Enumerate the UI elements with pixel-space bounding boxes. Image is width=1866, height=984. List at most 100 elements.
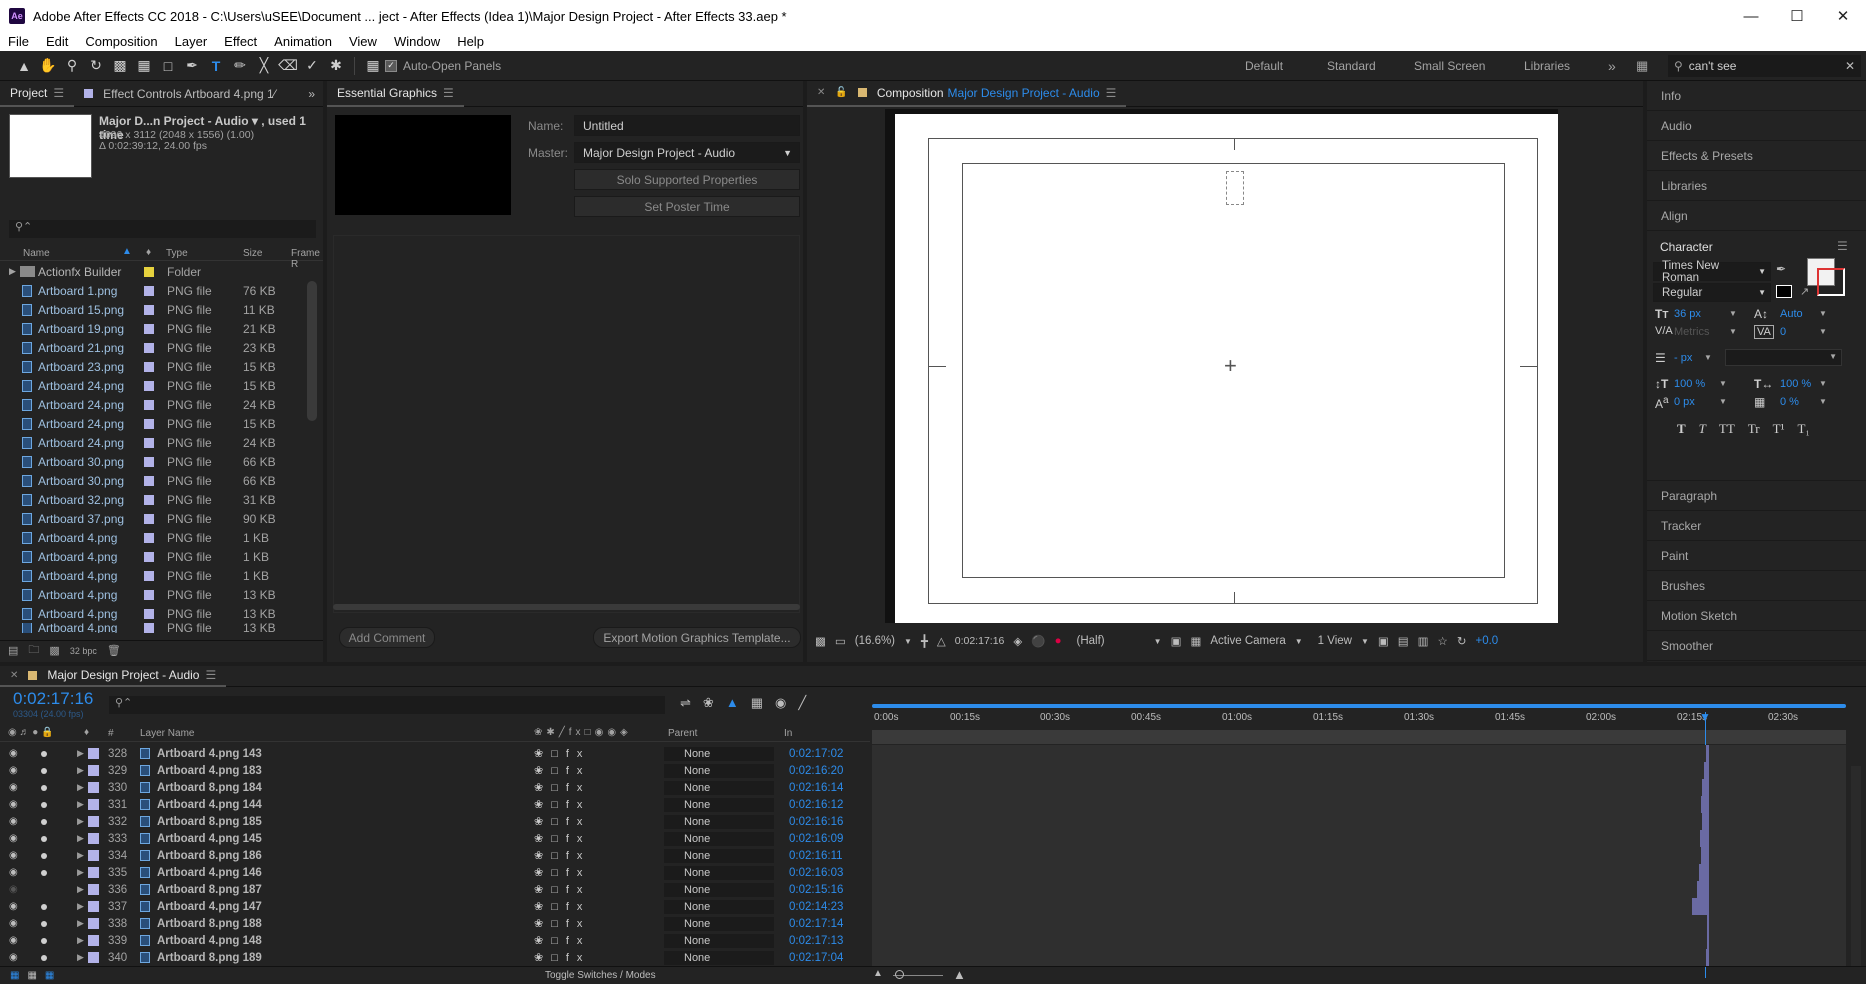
- video-eye-icon[interactable]: ◉: [9, 748, 18, 759]
- menu-file[interactable]: File: [8, 34, 29, 49]
- grid-guide-icon[interactable]: ╋: [921, 634, 928, 648]
- mask-visibility-icon[interactable]: △: [937, 634, 946, 648]
- layer-in-time[interactable]: 0:02:16:16: [789, 816, 843, 828]
- col-in[interactable]: In: [784, 728, 792, 739]
- graph-editor-icon[interactable]: ╱: [798, 695, 806, 711]
- layer-name[interactable]: Artboard 4.png 145: [157, 833, 262, 845]
- menu-view[interactable]: View: [349, 34, 377, 49]
- comp-viewer[interactable]: +: [885, 109, 1558, 623]
- expand-triangle-icon[interactable]: ▶: [77, 952, 84, 963]
- list-item[interactable]: Artboard 24.png PNG file 15 KB: [0, 376, 323, 395]
- parent-dropdown[interactable]: None: [664, 882, 774, 897]
- kerning-value[interactable]: Metrics: [1674, 326, 1709, 338]
- col-parent[interactable]: Parent: [668, 728, 697, 739]
- flowchart-icon[interactable]: ☆: [1438, 634, 1448, 648]
- active-camera-dropdown[interactable]: Active Camera: [1210, 635, 1285, 647]
- maximize-icon[interactable]: ☐: [1774, 0, 1820, 32]
- frame-blending-icon[interactable]: ▦: [751, 695, 763, 711]
- panel-overflow-icon[interactable]: »: [308, 87, 315, 101]
- font-size-value[interactable]: 36 px: [1674, 308, 1701, 320]
- layer-name[interactable]: Artboard 4.png 146: [157, 867, 262, 879]
- panel-effects-presets[interactable]: Effects & Presets: [1647, 141, 1866, 171]
- add-comment-button[interactable]: Add Comment: [339, 627, 435, 648]
- layer-switches[interactable]: ❀□fx: [534, 866, 590, 879]
- vertical-scale-value[interactable]: 100 %: [1674, 378, 1705, 390]
- expand-triangle-icon[interactable]: ▶: [77, 884, 84, 895]
- video-eye-icon[interactable]: ◉: [9, 833, 18, 844]
- tsume-value[interactable]: 0 %: [1780, 396, 1799, 408]
- layer-in-time[interactable]: 0:02:16:14: [789, 782, 843, 794]
- workspace-overflow-icon[interactable]: »: [1608, 51, 1616, 81]
- expand-triangle-icon[interactable]: ▶: [77, 748, 84, 759]
- text-bounding-box[interactable]: [1226, 171, 1244, 205]
- layer-bar[interactable]: [1706, 949, 1709, 966]
- col-number[interactable]: #: [108, 728, 114, 739]
- layer-bar[interactable]: [1702, 813, 1709, 830]
- pen-tool-icon[interactable]: ✒: [180, 55, 204, 77]
- rectangle-tool-icon[interactable]: □: [156, 55, 180, 77]
- video-eye-icon[interactable]: ◉: [9, 901, 18, 912]
- video-eye-icon[interactable]: ◉: [9, 867, 18, 878]
- solo-dot[interactable]: [41, 750, 47, 757]
- list-item[interactable]: Artboard 24.png PNG file 24 KB: [0, 433, 323, 452]
- show-snapshot-icon[interactable]: ⚫: [1031, 634, 1045, 648]
- menu-animation[interactable]: Animation: [274, 34, 332, 49]
- name-field[interactable]: Untitled: [574, 115, 800, 136]
- layer-name[interactable]: Artboard 8.png 186: [157, 850, 262, 862]
- layer-in-time[interactable]: 0:02:17:14: [789, 918, 843, 930]
- views-dropdown[interactable]: 1 View: [1318, 635, 1352, 647]
- solo-dot[interactable]: [41, 920, 47, 927]
- label-swatch[interactable]: [88, 765, 99, 776]
- layer-in-time[interactable]: 0:02:16:11: [789, 850, 843, 862]
- menu-edit[interactable]: Edit: [46, 34, 68, 49]
- tab-project[interactable]: Project ☰: [0, 81, 75, 107]
- panel-tracker[interactable]: Tracker: [1647, 511, 1866, 541]
- layer-in-time[interactable]: 0:02:16:09: [789, 833, 843, 845]
- master-dropdown[interactable]: Major Design Project - Audio ▼: [574, 142, 800, 163]
- solo-dot[interactable]: [41, 903, 47, 910]
- resolution-dropdown[interactable]: (Half): [1077, 635, 1105, 647]
- parent-dropdown[interactable]: None: [664, 899, 774, 914]
- hand-tool-icon[interactable]: ✋: [36, 55, 60, 77]
- eyedropper-icon[interactable]: ✒: [1776, 262, 1786, 276]
- list-item[interactable]: Artboard 4.png PNG file 13 KB: [0, 623, 323, 633]
- set-poster-time-button[interactable]: Set Poster Time: [574, 196, 800, 217]
- brush-tool-icon[interactable]: ✏: [228, 55, 252, 77]
- baseline-shift-value[interactable]: 0 px: [1674, 396, 1695, 408]
- workspace-small-screen[interactable]: Small Screen: [1414, 51, 1485, 81]
- tab-effect-controls[interactable]: Effect Controls Artboard 4.png 1⁄: [74, 81, 286, 107]
- toggle-switches-modes-button[interactable]: Toggle Switches / Modes: [545, 970, 656, 981]
- list-item[interactable]: Artboard 30.png PNG file 66 KB: [0, 471, 323, 490]
- layer-bar[interactable]: [1700, 830, 1709, 847]
- eraser-tool-icon[interactable]: ⌫: [276, 55, 300, 77]
- rotate-tool-icon[interactable]: ↻: [84, 55, 108, 77]
- col-size[interactable]: Size: [243, 248, 262, 259]
- layer-name[interactable]: Artboard 4.png 144: [157, 799, 262, 811]
- panel-libraries[interactable]: Libraries: [1647, 171, 1866, 201]
- minimize-icon[interactable]: —: [1728, 0, 1774, 32]
- video-eye-icon[interactable]: ◉: [9, 935, 18, 946]
- small-caps-button[interactable]: Tr: [1748, 421, 1760, 437]
- parent-dropdown[interactable]: None: [664, 848, 774, 863]
- panel-brushes[interactable]: Brushes: [1647, 571, 1866, 601]
- shy-layers-icon[interactable]: ▲: [726, 695, 739, 711]
- expand-modes-icon[interactable]: ▦: [27, 970, 36, 981]
- layer-bar[interactable]: [1699, 864, 1709, 881]
- interpret-footage-icon[interactable]: ▤: [8, 644, 18, 657]
- close-tab-icon[interactable]: ✕: [817, 87, 825, 98]
- tab-composition[interactable]: ✕ 🔓 Composition Major Design Project - A…: [807, 81, 1127, 107]
- layer-name[interactable]: Artboard 4.png 147: [157, 901, 262, 913]
- list-item[interactable]: Artboard 23.png PNG file 15 KB: [0, 357, 323, 376]
- layer-bar[interactable]: [1707, 932, 1709, 949]
- label-swatch[interactable]: [88, 782, 99, 793]
- label-swatch[interactable]: [88, 901, 99, 912]
- list-item[interactable]: Artboard 4.png PNG file 1 KB: [0, 528, 323, 547]
- playhead-handle-icon[interactable]: ▼: [1699, 710, 1711, 724]
- label-swatch[interactable]: [88, 799, 99, 810]
- list-item[interactable]: Artboard 4.png PNG file 13 KB: [0, 585, 323, 604]
- timeline-current-time[interactable]: 0:02:17:16: [13, 689, 93, 709]
- panel-audio[interactable]: Audio: [1647, 111, 1866, 141]
- expand-triangle-icon[interactable]: ▶: [77, 782, 84, 793]
- faux-bold-button[interactable]: T: [1677, 421, 1686, 437]
- panel-motion-sketch[interactable]: Motion Sketch: [1647, 601, 1866, 631]
